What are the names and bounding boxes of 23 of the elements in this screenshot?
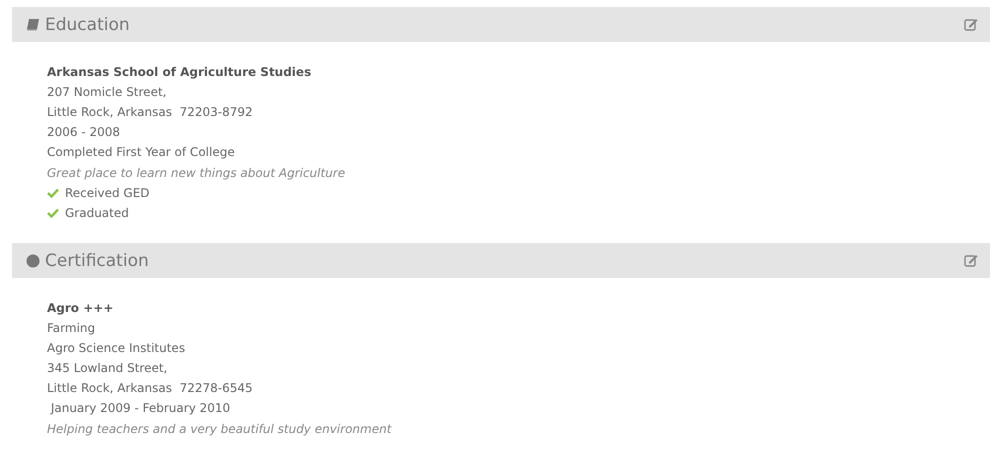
- school-name: Agro +++: [47, 300, 114, 317]
- section-title: Certification: [45, 250, 149, 270]
- detail-text: 207 Nomicle Street,: [47, 84, 168, 101]
- detail-text: 345 Lowland Street,: [47, 360, 168, 377]
- detail-text: Little Rock, Arkansas 72203-8792: [47, 104, 254, 121]
- achievement-text: Received GED: [65, 185, 150, 202]
- detail-text: Farming: [47, 320, 96, 337]
- circle-icon: [26, 254, 40, 268]
- achievement-text: Graduated: [65, 205, 129, 222]
- section-title: Education: [45, 14, 130, 34]
- check-icon: [47, 208, 59, 218]
- detail-text: Completed First Year of College: [47, 144, 236, 161]
- school-name: Arkansas School of Agriculture Studies: [47, 64, 312, 81]
- detail-text: January 2009 - February 2010: [49, 400, 232, 417]
- note-text: Great place to learn new things about Agriculture: [47, 165, 346, 182]
- check-icon: [47, 188, 59, 198]
- edit-icon[interactable]: [964, 254, 978, 267]
- book-icon: [26, 18, 40, 31]
- detail-text: 2006 - 2008: [47, 124, 122, 141]
- edit-icon[interactable]: [964, 18, 978, 31]
- detail-text: Little Rock, Arkansas 72278-6545: [47, 380, 254, 397]
- note-text: Helping teachers and a very beautiful study environment: [47, 421, 393, 438]
- detail-text: Agro Science Institutes: [47, 340, 186, 357]
